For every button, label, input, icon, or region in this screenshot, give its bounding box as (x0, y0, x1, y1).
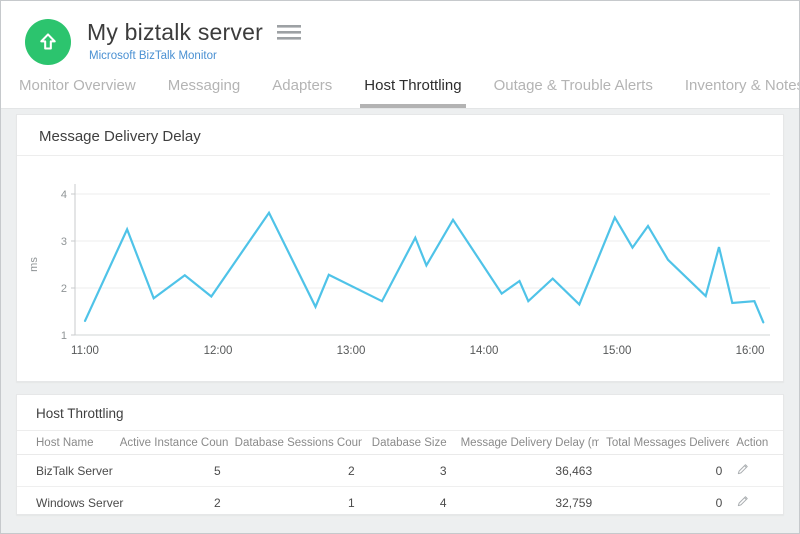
page-title: My biztalk server (87, 19, 263, 46)
col-header-host-name: Host Name (17, 431, 113, 455)
x-tick-label: 13:00 (337, 345, 366, 357)
table-row-windows-server: Windows Server21432,7590 (17, 487, 783, 519)
edit-pencil-icon[interactable] (736, 494, 750, 508)
col-header-database-sessions-count: Database Sessions Count (228, 431, 362, 455)
app-window: My biztalk server Microsoft BizTalk Moni… (0, 0, 800, 534)
chart-panel-title: Message Delivery Delay (17, 115, 783, 155)
monitor-type-link[interactable]: Microsoft BizTalk Monitor (89, 50, 217, 62)
up-arrow-icon (35, 29, 61, 55)
x-tick-label: 15:00 (603, 345, 632, 357)
value-cell: 2 (228, 455, 362, 487)
delivery-delay-chart: 1 2 3 4 ms 11:00 12:00 13:00 14:00 15:00 16:00 (17, 156, 783, 377)
app-header: My biztalk server Microsoft BizTalk Moni… (1, 1, 799, 71)
value-cell: 1 (228, 487, 362, 519)
value-cell: 36,463 (454, 455, 600, 487)
col-header-active-instance-count: Active Instance Count (113, 431, 228, 455)
host-throttling-panel: Host Throttling Host NameActive Instance… (16, 394, 784, 515)
server-avatar (25, 19, 71, 65)
col-header-action: Action (729, 431, 783, 455)
table-panel-title: Host Throttling (17, 395, 783, 430)
col-header-message-delivery-delay-ms: Message Delivery Delay (ms) (454, 431, 600, 455)
host-throttling-table: Host NameActive Instance CountDatabase S… (17, 431, 783, 519)
y-axis-label: ms (28, 257, 40, 272)
x-tick-label: 16:00 (736, 345, 765, 357)
x-tick-label: 12:00 (204, 345, 233, 357)
table-row-biztalk-server: BizTalk Server52336,4630 (17, 455, 783, 487)
tab-adapters[interactable]: Adapters (268, 71, 336, 108)
hamburger-menu-icon[interactable] (277, 24, 301, 41)
value-cell: 2 (113, 487, 228, 519)
tab-outage-trouble-alerts[interactable]: Outage & Trouble Alerts (490, 71, 657, 108)
x-tick-label: 14:00 (470, 345, 499, 357)
tab-monitor-overview[interactable]: Monitor Overview (15, 71, 140, 108)
host-name-cell: Windows Server (17, 487, 113, 519)
col-header-database-size: Database Size (362, 431, 454, 455)
delay-series-line (85, 213, 763, 322)
tab-inventory-notes[interactable]: Inventory & Notes (681, 71, 800, 108)
value-cell: 5 (113, 455, 228, 487)
y-tick-label: 2 (61, 283, 67, 295)
value-cell: 3 (362, 455, 454, 487)
action-cell (729, 455, 783, 487)
value-cell: 0 (599, 455, 729, 487)
value-cell: 32,759 (454, 487, 600, 519)
value-cell: 0 (599, 487, 729, 519)
content-area: Message Delivery Delay 1234ms11:0012:001… (1, 109, 799, 533)
edit-pencil-icon[interactable] (736, 462, 750, 476)
action-cell (729, 487, 783, 519)
tab-messaging[interactable]: Messaging (164, 71, 245, 108)
y-tick-label: 4 (61, 189, 67, 201)
tab-host-throttling[interactable]: Host Throttling (360, 71, 465, 108)
host-name-cell: BizTalk Server (17, 455, 113, 487)
y-tick-label: 1 (61, 330, 67, 342)
col-header-total-messages-delivered: Total Messages Delivered (599, 431, 729, 455)
x-tick-label: 11:00 (71, 345, 99, 357)
table-header-row: Host NameActive Instance CountDatabase S… (17, 431, 783, 455)
chart-panel: Message Delivery Delay 1234ms11:0012:001… (16, 114, 784, 382)
title-block: My biztalk server Microsoft BizTalk Moni… (87, 19, 301, 64)
value-cell: 4 (362, 487, 454, 519)
y-tick-label: 3 (61, 236, 67, 248)
tab-bar: Monitor Overview Messaging Adapters Host Th… (1, 71, 799, 109)
